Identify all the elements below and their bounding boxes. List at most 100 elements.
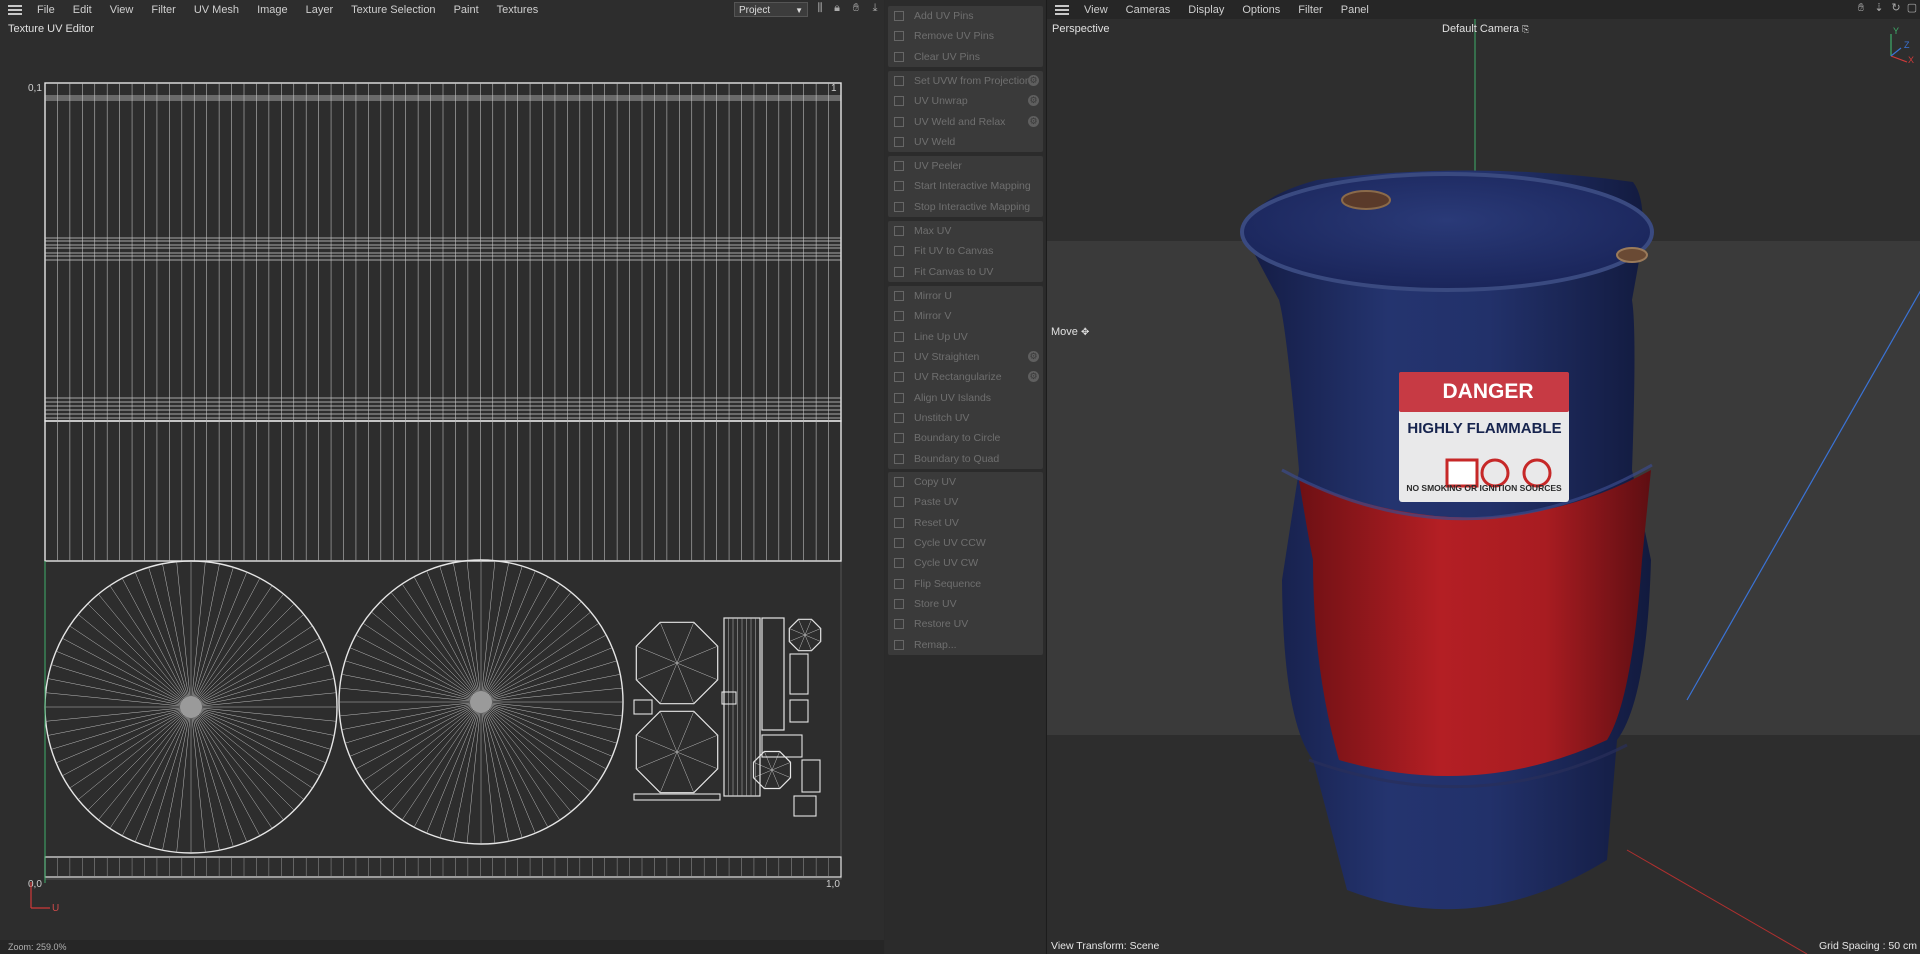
command-flip-sequence[interactable]: Flip Sequence bbox=[888, 573, 1043, 593]
menu-textures[interactable]: Textures bbox=[488, 4, 548, 16]
command-label: Store UV bbox=[914, 597, 957, 610]
project-select-value: Project bbox=[739, 5, 771, 16]
uv-edge bbox=[480, 701, 623, 717]
uv-edge bbox=[190, 572, 248, 708]
command-mirror-v[interactable]: Mirror V bbox=[888, 306, 1043, 326]
command-group: Set UVW from Projection ⚙ UV Unwrap ⚙ UV Wel… bbox=[888, 71, 1043, 153]
command-boundary-to-circle[interactable]: Boundary to Circle bbox=[888, 428, 1043, 448]
uv-edge bbox=[45, 692, 192, 708]
command-label: Mirror V bbox=[914, 310, 952, 323]
command-uv-unwrap[interactable]: UV Unwrap ⚙ bbox=[888, 91, 1043, 111]
command-cycle-uv-ccw[interactable]: Cycle UV CCW bbox=[888, 533, 1043, 553]
menu-paint[interactable]: Paint bbox=[445, 4, 488, 16]
command-icon bbox=[894, 96, 904, 107]
uv-edge bbox=[371, 701, 482, 793]
menu-edit[interactable]: Edit bbox=[64, 4, 101, 16]
bar-chart-icon[interactable]: ⫼ bbox=[814, 2, 826, 15]
uv-edge bbox=[134, 572, 192, 708]
command-uv-straighten[interactable]: UV Straighten ⚙ bbox=[888, 347, 1043, 367]
command-icon bbox=[894, 291, 904, 302]
gear-icon[interactable]: ⚙ bbox=[1028, 95, 1039, 107]
gear-icon[interactable]: ⚙ bbox=[1028, 75, 1039, 86]
command-start-interactive-mapping[interactable]: Start Interactive Mapping bbox=[888, 176, 1043, 196]
command-fit-canvas-to-uv[interactable]: Fit Canvas to UV bbox=[888, 262, 1043, 282]
uv-edge bbox=[480, 647, 613, 703]
viewport-title[interactable]: Perspective bbox=[1052, 23, 1109, 35]
gear-icon[interactable]: ⚙ bbox=[1028, 371, 1039, 383]
command-icon bbox=[894, 639, 904, 650]
uv-axis-gizmo bbox=[30, 882, 50, 909]
uv-edge bbox=[190, 593, 284, 708]
hand-icon[interactable]: ✋︎ bbox=[850, 2, 862, 15]
uv-island-small bbox=[789, 699, 809, 723]
uv-island-small bbox=[789, 653, 809, 695]
perspective-viewport[interactable]: View Cameras Display Options Filter Pane… bbox=[1046, 0, 1920, 954]
command-unstitch-uv[interactable]: Unstitch UV bbox=[888, 408, 1043, 428]
command-paste-uv[interactable]: Paste UV bbox=[888, 492, 1043, 512]
command-store-uv[interactable]: Store UV bbox=[888, 594, 1043, 614]
uv-edge bbox=[480, 701, 549, 828]
command-label: Align UV Islands bbox=[914, 391, 992, 404]
command-icon bbox=[894, 433, 904, 444]
command-max-uv[interactable]: Max UV bbox=[888, 221, 1043, 241]
gear-icon[interactable]: ⚙ bbox=[1028, 115, 1039, 127]
tool-hud: Move ✥ bbox=[1051, 326, 1089, 338]
command-restore-uv[interactable]: Restore UV bbox=[888, 614, 1043, 634]
command-align-uv-islands[interactable]: Align UV Islands bbox=[888, 387, 1043, 407]
uv-edge bbox=[480, 611, 591, 703]
uv-island-small bbox=[793, 795, 817, 817]
menu-texture-selection[interactable]: Texture Selection bbox=[342, 4, 444, 16]
command-label: Restore UV bbox=[914, 618, 969, 631]
download-icon[interactable]: ⤓ bbox=[869, 2, 881, 15]
uv-edge bbox=[190, 706, 305, 800]
uv-edge bbox=[413, 576, 482, 703]
command-cycle-uv-cw[interactable]: Cycle UV CW bbox=[888, 553, 1043, 573]
command-uv-weld-and-relax[interactable]: UV Weld and Relax ⚙ bbox=[888, 112, 1043, 132]
command-add-uv-pins[interactable]: Add UV Pins bbox=[888, 6, 1043, 26]
command-uv-rectangularize[interactable]: UV Rectangularize ⚙ bbox=[888, 367, 1043, 387]
menu-layer[interactable]: Layer bbox=[297, 4, 343, 16]
project-select[interactable]: Project ▼ bbox=[734, 2, 808, 17]
command-copy-uv[interactable]: Copy UV bbox=[888, 472, 1043, 492]
command-label: UV Unwrap bbox=[914, 95, 968, 108]
uv-edge bbox=[190, 706, 248, 842]
command-fit-uv-to-canvas[interactable]: Fit UV to Canvas bbox=[888, 241, 1043, 261]
uv-edge bbox=[355, 701, 482, 770]
command-remove-uv-pins[interactable]: Remove UV Pins bbox=[888, 26, 1043, 46]
uv-canvas[interactable] bbox=[32, 78, 854, 890]
command-icon bbox=[894, 51, 904, 62]
gear-icon[interactable]: ⚙ bbox=[1028, 350, 1039, 362]
command-remap[interactable]: Remap... bbox=[888, 634, 1043, 654]
menu-view[interactable]: View bbox=[101, 4, 143, 16]
command-label: Boundary to Circle bbox=[914, 432, 1001, 445]
lock-icon[interactable]: 🔒︎ bbox=[831, 2, 843, 15]
camera-selector[interactable]: Default Camera ⎘ bbox=[1442, 23, 1529, 35]
command-label: Flip Sequence bbox=[914, 577, 982, 590]
command-icon bbox=[894, 201, 904, 212]
menu-filter[interactable]: Filter bbox=[142, 4, 184, 16]
menu-file[interactable]: File bbox=[28, 4, 64, 16]
uv-edge bbox=[480, 576, 549, 703]
command-uv-peeler[interactable]: UV Peeler bbox=[888, 156, 1043, 176]
command-uv-weld[interactable]: UV Weld bbox=[888, 132, 1043, 152]
command-line-up-uv[interactable]: Line Up UV bbox=[888, 327, 1043, 347]
command-icon bbox=[894, 331, 904, 342]
command-label: Fit UV to Canvas bbox=[914, 245, 994, 258]
zoom-readout: Zoom: 259.0% bbox=[8, 942, 67, 952]
menu-uv-mesh[interactable]: UV Mesh bbox=[185, 4, 248, 16]
command-stop-interactive-mapping[interactable]: Stop Interactive Mapping bbox=[888, 197, 1043, 217]
command-label: UV Peeler bbox=[914, 160, 962, 173]
command-mirror-u[interactable]: Mirror U bbox=[888, 286, 1043, 306]
label-flammable: HIGHLY FLAMMABLE bbox=[1407, 420, 1562, 437]
command-clear-uv-pins[interactable]: Clear UV Pins bbox=[888, 47, 1043, 67]
axis-z-label: Z bbox=[1904, 40, 1910, 50]
command-icon bbox=[894, 181, 904, 192]
hamburger-menu-icon[interactable] bbox=[8, 4, 22, 15]
command-reset-uv[interactable]: Reset UV bbox=[888, 513, 1043, 533]
menu-image[interactable]: Image bbox=[248, 4, 297, 16]
command-set-uvw-from-projection[interactable]: Set UVW from Projection ⚙ bbox=[888, 71, 1043, 91]
command-boundary-to-quad[interactable]: Boundary to Quad bbox=[888, 448, 1043, 468]
uv-edge bbox=[190, 706, 326, 764]
uv-edge bbox=[77, 706, 192, 800]
uv-edge bbox=[339, 701, 482, 717]
